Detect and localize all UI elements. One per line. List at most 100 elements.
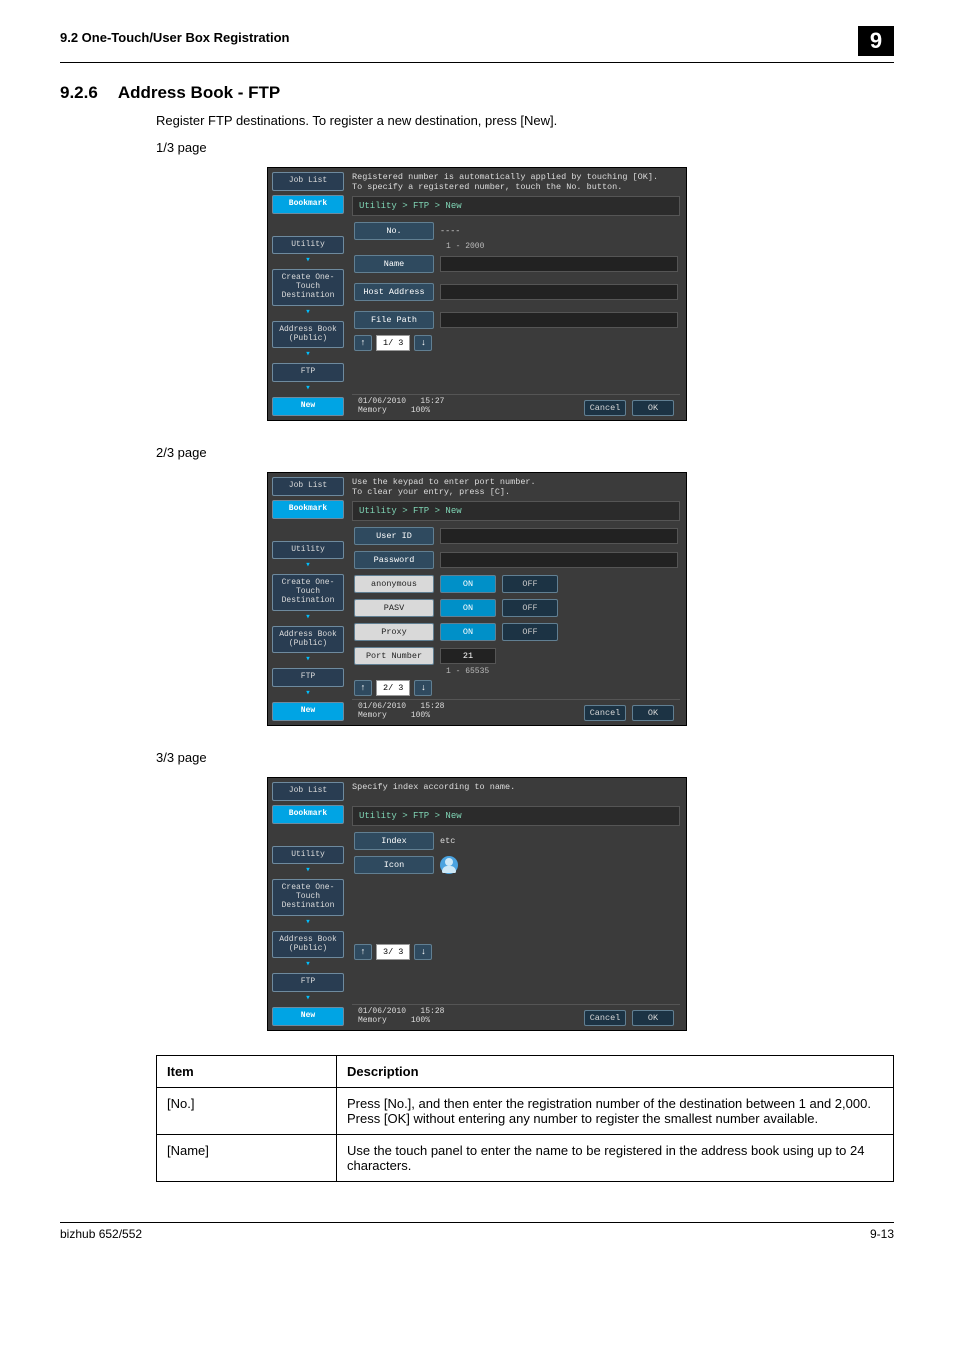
pager-label: 3/ 3 [376,944,410,960]
user-id-button[interactable]: User ID [354,527,434,545]
table-header-description: Description [337,1055,894,1087]
anonymous-off-button[interactable]: OFF [502,575,558,593]
pasv-off-button[interactable]: OFF [502,599,558,617]
job-list-button[interactable]: Job List [272,477,344,496]
page-down-button[interactable]: ↓ [414,335,432,351]
hint-text: Use the keypad to enter port number. To … [352,477,680,497]
no-range: 1 - 2000 [446,242,678,251]
pasv-on-button[interactable]: ON [440,599,496,617]
host-address-button[interactable]: Host Address [354,283,434,301]
chevron-down-icon: ▾ [272,308,344,317]
utility-button[interactable]: Utility [272,236,344,255]
table-cell-desc: Press [No.], and then enter the registra… [337,1087,894,1134]
file-path-button[interactable]: File Path [354,311,434,329]
time-label: 15:28 [420,702,444,711]
footer-right: 9-13 [870,1227,894,1241]
address-book-button[interactable]: Address Book (Public) [272,321,344,349]
no-button[interactable]: No. [354,222,434,240]
table-row: [No.] Press [No.], and then enter the re… [157,1087,894,1134]
bookmark-button[interactable]: Bookmark [272,500,344,519]
proxy-label: Proxy [354,623,434,641]
pager-label: 1/ 3 [376,335,410,351]
ok-button[interactable]: OK [632,400,674,416]
anonymous-on-button[interactable]: ON [440,575,496,593]
bookmark-button[interactable]: Bookmark [272,195,344,214]
name-input[interactable] [440,256,678,272]
bookmark-button[interactable]: Bookmark [272,805,344,824]
hint-text: Registered number is automatically appli… [352,172,680,192]
password-button[interactable]: Password [354,551,434,569]
breadcrumb: Utility > FTP > New [352,806,680,826]
time-label: 15:28 [420,1007,444,1016]
date-label: 01/06/2010 [358,1007,406,1016]
ftp-button[interactable]: FTP [272,973,344,992]
utility-button[interactable]: Utility [272,541,344,560]
hint-text: Specify index according to name. [352,782,680,802]
create-one-touch-button[interactable]: Create One-Touch Destination [272,879,344,915]
breadcrumb: Utility > FTP > New [352,196,680,216]
cancel-button[interactable]: Cancel [584,705,626,721]
ftp-button[interactable]: FTP [272,363,344,382]
intro-paragraph: Register FTP destinations. To register a… [156,113,894,128]
user-avatar-icon [440,856,458,874]
chevron-down-icon: ▾ [272,918,344,927]
page-up-button[interactable]: ↑ [354,335,372,351]
new-button[interactable]: New [272,397,344,416]
chevron-down-icon: ▾ [272,613,344,622]
chevron-down-icon: ▾ [272,960,344,969]
page-down-button[interactable]: ↓ [414,944,432,960]
address-book-button[interactable]: Address Book (Public) [272,931,344,959]
table-cell-desc: Use the touch panel to enter the name to… [337,1134,894,1181]
table-row: [Name] Use the touch panel to enter the … [157,1134,894,1181]
page-label-1: 1/3 page [156,140,894,155]
utility-button[interactable]: Utility [272,846,344,865]
index-button[interactable]: Index [354,832,434,850]
password-input[interactable] [440,552,678,568]
cancel-button[interactable]: Cancel [584,400,626,416]
address-book-button[interactable]: Address Book (Public) [272,626,344,654]
description-table: Item Description [No.] Press [No.], and … [156,1055,894,1182]
breadcrumb: Utility > FTP > New [352,501,680,521]
time-label: 15:27 [420,397,444,406]
table-cell-item: [No.] [157,1087,337,1134]
host-address-input[interactable] [440,284,678,300]
port-number-label: Port Number [354,647,434,665]
new-button[interactable]: New [272,1007,344,1026]
running-header: 9.2 One-Touch/User Box Registration [60,30,289,45]
page-down-button[interactable]: ↓ [414,680,432,696]
proxy-on-button[interactable]: ON [440,623,496,641]
index-value: etc [440,836,455,846]
create-one-touch-button[interactable]: Create One-Touch Destination [272,574,344,610]
proxy-off-button[interactable]: OFF [502,623,558,641]
page-label-2: 2/3 page [156,445,894,460]
ok-button[interactable]: OK [632,705,674,721]
date-label: 01/06/2010 [358,397,406,406]
job-list-button[interactable]: Job List [272,782,344,801]
create-one-touch-button[interactable]: Create One-Touch Destination [272,269,344,305]
page-up-button[interactable]: ↑ [354,680,372,696]
chevron-down-icon: ▾ [272,994,344,1003]
memory-value: 100% [411,1016,430,1025]
printer-panel-3: Job List Bookmark Utility ▾ Create One-T… [267,777,687,1031]
new-button[interactable]: New [272,702,344,721]
job-list-button[interactable]: Job List [272,172,344,191]
icon-button[interactable]: Icon [354,856,434,874]
no-current-value: ---- [440,226,460,236]
user-id-input[interactable] [440,528,678,544]
name-button[interactable]: Name [354,255,434,273]
chevron-down-icon: ▾ [272,350,344,359]
ok-button[interactable]: OK [632,1010,674,1026]
memory-label: Memory [358,1016,387,1025]
printer-panel-1: Job List Bookmark Utility ▾ Create One-T… [267,167,687,421]
page-up-button[interactable]: ↑ [354,944,372,960]
memory-value: 100% [411,711,430,720]
ftp-button[interactable]: FTP [272,668,344,687]
table-cell-item: [Name] [157,1134,337,1181]
file-path-input[interactable] [440,312,678,328]
cancel-button[interactable]: Cancel [584,1010,626,1026]
chevron-down-icon: ▾ [272,256,344,265]
chevron-down-icon: ▾ [272,384,344,393]
printer-panel-2: Job List Bookmark Utility ▾ Create One-T… [267,472,687,726]
anonymous-label: anonymous [354,575,434,593]
section-title: Address Book - FTP [118,83,280,103]
